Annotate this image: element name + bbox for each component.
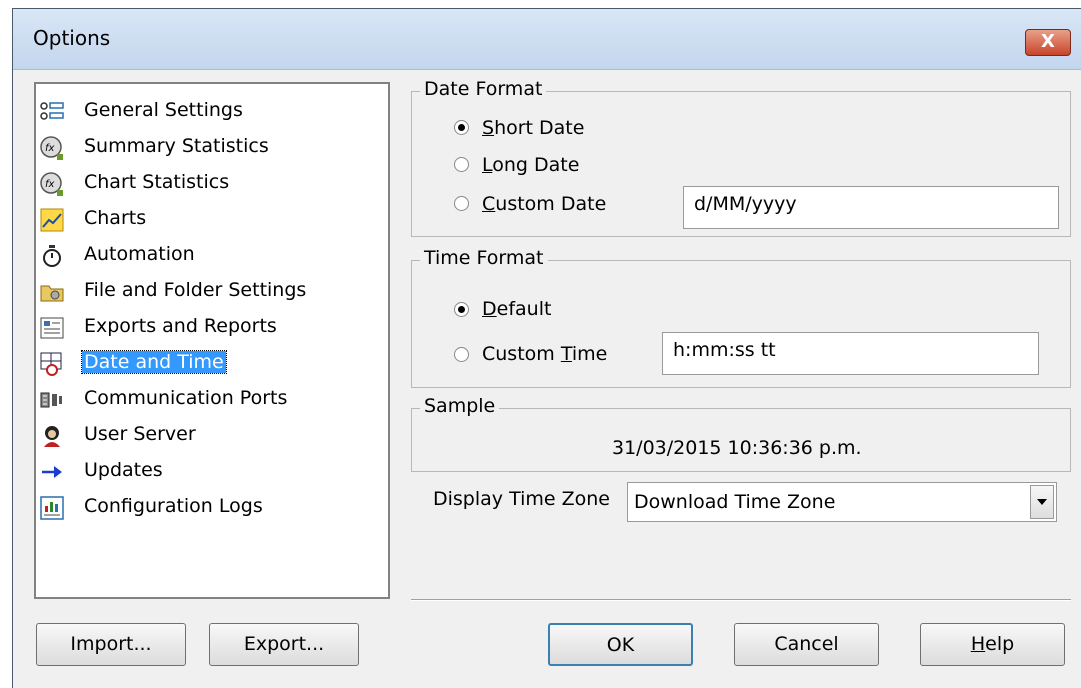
list-settings-icon (40, 102, 64, 120)
title-bar[interactable]: Options X (13, 9, 1081, 70)
sidebar-item-label: User Server (84, 423, 196, 445)
time-zone-label: Display Time Zone (433, 488, 610, 510)
stopwatch-icon (43, 245, 61, 267)
sidebar-item-exports-and-reports[interactable]: Exports and Reports (36, 310, 386, 344)
sidebar-item-label: General Settings (84, 99, 243, 121)
separator (411, 599, 1071, 601)
log-chart-icon (40, 496, 64, 520)
long-date-label[interactable]: Long Date (482, 154, 579, 176)
sidebar-item-label: Chart Statistics (84, 171, 230, 193)
sidebar-item-automation[interactable]: Automation (36, 238, 386, 272)
close-icon: X (1041, 31, 1055, 52)
chevron-down-icon (1037, 499, 1047, 505)
dropdown-button[interactable] (1030, 485, 1054, 519)
date-format-legend: Date Format (420, 78, 547, 100)
port-icon (40, 392, 62, 408)
custom-date-label[interactable]: Custom Date (482, 193, 606, 215)
sidebar-item-label: Date and Time (81, 350, 227, 374)
options-dialog: Options X General Settings fx Summary St… (12, 8, 1081, 688)
cancel-button[interactable]: Cancel (734, 623, 879, 666)
sample-legend: Sample (420, 395, 500, 417)
sample-value: 31/03/2015 10:36:36 p.m. (612, 437, 862, 459)
sidebar-item-label: Exports and Reports (84, 315, 277, 337)
sidebar-item-user-server[interactable]: User Server (36, 418, 386, 452)
arrow-right-icon (42, 466, 62, 478)
calendar-clock-icon (40, 352, 62, 376)
custom-time-label[interactable]: Custom Time (482, 343, 607, 365)
sidebar-item-label: Communication Ports (84, 387, 288, 409)
sidebar-item-general-settings[interactable]: General Settings (36, 94, 386, 128)
sidebar-item-communication-ports[interactable]: Communication Ports (36, 382, 386, 416)
default-time-label[interactable]: Default (482, 298, 551, 320)
sidebar-item-charts[interactable]: Charts (36, 202, 386, 236)
fx-statistics-icon: fx (40, 136, 63, 160)
sidebar-item-label: File and Folder Settings (84, 279, 307, 301)
time-zone-select[interactable]: Download Time Zone (627, 482, 1057, 522)
sidebar-item-configuration-logs[interactable]: Configuration Logs (36, 490, 386, 524)
time-zone-selected: Download Time Zone (634, 491, 836, 513)
sample-group: Sample 31/03/2015 10:36:36 p.m. (411, 395, 1071, 472)
date-format-group: Date Format Short Date Long Date Custom … (411, 78, 1071, 237)
sidebar-item-chart-statistics[interactable]: fx Chart Statistics (36, 166, 386, 200)
user-server-icon (44, 426, 60, 447)
long-date-radio[interactable] (454, 157, 469, 172)
sidebar-item-date-and-time[interactable]: Date and Time (36, 346, 386, 380)
custom-date-radio[interactable] (454, 196, 469, 211)
ok-button[interactable]: OK (548, 623, 693, 666)
report-icon (40, 317, 64, 339)
import-button[interactable]: Import... (36, 623, 186, 666)
sidebar-item-label: Charts (84, 207, 147, 229)
custom-time-radio[interactable] (454, 347, 469, 362)
close-button[interactable]: X (1025, 29, 1071, 56)
sidebar-item-label: Updates (84, 459, 163, 481)
sidebar-item-updates[interactable]: Updates (36, 454, 386, 488)
time-format-group: Time Format Default Custom Time h:mm:ss … (411, 247, 1071, 388)
custom-time-input[interactable]: h:mm:ss tt (662, 332, 1039, 375)
help-button[interactable]: Help (920, 623, 1065, 666)
folder-settings-icon (40, 285, 64, 302)
default-time-radio[interactable] (454, 302, 469, 317)
svg-text:fx: fx (45, 143, 55, 154)
custom-date-input[interactable]: d/MM/yyyy (683, 186, 1059, 229)
sidebar-item-file-and-folder-settings[interactable]: File and Folder Settings (36, 274, 386, 308)
sidebar-item-summary-statistics[interactable]: fx Summary Statistics (36, 130, 386, 164)
time-format-legend: Time Format (420, 247, 548, 269)
fx-statistics-icon: fx (40, 172, 63, 196)
svg-text:fx: fx (45, 179, 55, 190)
sidebar-item-label: Automation (84, 243, 195, 265)
export-button[interactable]: Export... (209, 623, 359, 666)
short-date-radio[interactable] (454, 120, 469, 135)
sidebar-item-label: Configuration Logs (84, 495, 263, 517)
window-title: Options (33, 26, 111, 50)
short-date-label[interactable]: Short Date (482, 117, 584, 139)
options-category-list[interactable]: General Settings fx Summary Statistics f… (34, 82, 390, 599)
sidebar-item-label: Summary Statistics (84, 135, 269, 157)
line-chart-icon (40, 208, 64, 232)
